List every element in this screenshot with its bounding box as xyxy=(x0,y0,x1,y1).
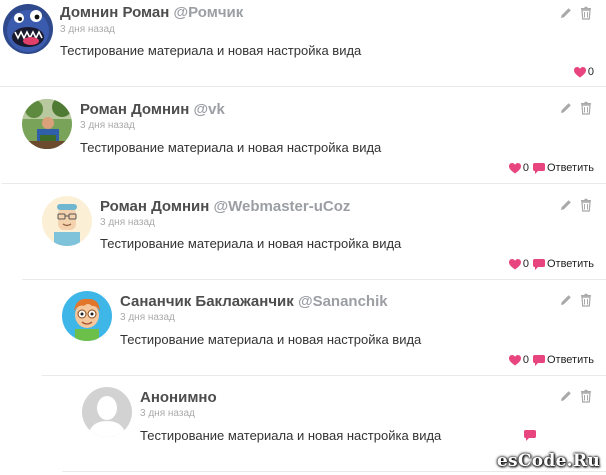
delete-trash-icon[interactable] xyxy=(579,6,593,20)
comment-date: 3 дня назад xyxy=(80,120,135,131)
author-login[interactable]: @Webmaster-uCoz xyxy=(214,198,351,215)
comment-date: 3 дня назад xyxy=(140,408,195,419)
reply-button[interactable]: Ответить xyxy=(532,258,594,270)
edit-pencil-icon[interactable] xyxy=(559,101,573,115)
author-line: Домнин Роман @Ромчик xyxy=(60,4,243,21)
delete-trash-icon[interactable] xyxy=(579,293,593,307)
default-user-avatar-icon xyxy=(82,387,132,437)
like-button[interactable]: 0 xyxy=(573,66,594,78)
edit-pencil-icon[interactable] xyxy=(559,6,573,20)
author-line: Сананчик Баклажанчик @Sananchik xyxy=(120,293,388,310)
comment-tools xyxy=(559,389,593,403)
comment-tools xyxy=(559,198,593,212)
like-count: 0 xyxy=(522,354,529,366)
monster-avatar-icon xyxy=(3,4,53,54)
reply-label: Ответить xyxy=(546,162,594,174)
comment-actions xyxy=(524,430,536,441)
reply-button[interactable]: Ответить xyxy=(532,162,594,174)
delete-trash-icon[interactable] xyxy=(579,198,593,212)
avatar[interactable] xyxy=(62,291,112,341)
edit-pencil-icon[interactable] xyxy=(559,389,573,403)
author-line: Роман Домнин @vk xyxy=(80,101,225,118)
avatar[interactable] xyxy=(22,99,72,149)
comment-tools xyxy=(559,101,593,115)
comment-date: 3 дня назад xyxy=(120,312,175,323)
cartoon-boy-avatar-icon xyxy=(62,291,112,341)
author-line: Анонимно xyxy=(140,389,217,406)
reply-button[interactable] xyxy=(524,430,536,441)
like-button[interactable]: 0 xyxy=(508,258,529,270)
comments-list: Домнин Роман @Ромчик 3 дня назад Тестиро… xyxy=(0,0,606,475)
comment-actions: 0 Ответить xyxy=(508,354,594,366)
like-count: 0 xyxy=(522,162,529,174)
author-name[interactable]: Роман Домнин xyxy=(80,101,189,118)
comment: Сананчик Баклажанчик @Sananchik 3 дня на… xyxy=(42,280,606,376)
site-watermark: esCode.Ru xyxy=(496,451,600,471)
speech-bubble-icon xyxy=(532,258,545,270)
comment-text: Тестирование материала и новая настройка… xyxy=(140,428,442,443)
reply-label: Ответить xyxy=(546,354,594,366)
comment-date: 3 дня назад xyxy=(100,217,155,228)
reply-button[interactable]: Ответить xyxy=(532,354,594,366)
author-login[interactable]: @vk xyxy=(194,101,225,118)
like-button[interactable]: 0 xyxy=(508,354,529,366)
avatar[interactable] xyxy=(3,4,53,54)
avatar[interactable] xyxy=(82,387,132,437)
comment-actions: 0 Ответить xyxy=(508,162,594,174)
delete-trash-icon[interactable] xyxy=(579,101,593,115)
comment: Роман Домнин @Webmaster-uCoz 3 дня назад… xyxy=(22,184,606,280)
comment-text: Тестирование материала и новая настройка… xyxy=(120,332,422,347)
author-name[interactable]: Сананчик Баклажанчик xyxy=(120,293,294,310)
comment-actions: 0 xyxy=(573,66,594,78)
photo-avatar-icon xyxy=(22,99,72,149)
comment-text: Тестирование материала и новая настройка… xyxy=(100,236,402,251)
like-button[interactable]: 0 xyxy=(508,162,529,174)
reply-label: Ответить xyxy=(546,258,594,270)
comment: Домнин Роман @Ромчик 3 дня назад Тестиро… xyxy=(0,0,606,87)
avatar[interactable] xyxy=(42,196,92,246)
comment-text: Тестирование материала и новая настройка… xyxy=(60,43,362,58)
heart-icon xyxy=(573,66,586,77)
author-name[interactable]: Анонимно xyxy=(140,389,217,406)
author-line: Роман Домнин @Webmaster-uCoz xyxy=(100,198,350,215)
like-count: 0 xyxy=(587,66,594,78)
comment-text: Тестирование материала и новая настройка… xyxy=(80,140,382,155)
edit-pencil-icon[interactable] xyxy=(559,293,573,307)
delete-trash-icon[interactable] xyxy=(579,389,593,403)
heart-icon xyxy=(508,258,521,269)
author-login[interactable]: @Sananchik xyxy=(298,293,388,310)
comment: Роман Домнин @vk 3 дня назад Тестировани… xyxy=(2,87,606,184)
author-name[interactable]: Домнин Роман xyxy=(60,4,169,21)
author-name[interactable]: Роман Домнин xyxy=(100,198,209,215)
author-login[interactable]: @Ромчик xyxy=(174,4,244,21)
cartoon-man-avatar-icon xyxy=(42,196,92,246)
heart-icon xyxy=(508,162,521,173)
comment-tools xyxy=(559,6,593,20)
speech-bubble-icon xyxy=(532,354,545,366)
speech-bubble-icon xyxy=(524,430,536,441)
comment-tools xyxy=(559,293,593,307)
like-count: 0 xyxy=(522,258,529,270)
edit-pencil-icon[interactable] xyxy=(559,198,573,212)
comment-actions: 0 Ответить xyxy=(508,258,594,270)
speech-bubble-icon xyxy=(532,162,545,174)
comment-date: 3 дня назад xyxy=(60,24,115,35)
heart-icon xyxy=(508,354,521,365)
